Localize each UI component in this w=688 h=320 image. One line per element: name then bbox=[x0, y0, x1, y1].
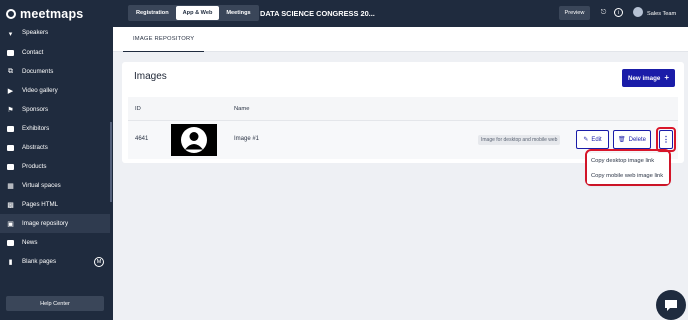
usage-badge: Image for desktop and mobile web bbox=[478, 135, 561, 145]
more-options-icon[interactable]: ⋮ bbox=[659, 130, 673, 149]
person-placeholder-icon bbox=[171, 124, 217, 156]
sidebar-item-label: Pages HTML bbox=[22, 201, 59, 208]
map-icon: ▦ bbox=[7, 182, 14, 190]
tab-image-repository[interactable]: IMAGE REPOSITORY bbox=[123, 27, 205, 52]
sidebar-item-exhibitors[interactable]: Exhibitors bbox=[0, 119, 110, 138]
video-icon: ▶ bbox=[7, 87, 14, 95]
menu-item-copy-mobile-link[interactable]: Copy mobile web image link bbox=[587, 168, 669, 183]
new-image-label: New image bbox=[628, 74, 661, 82]
sidebar-item-speakers[interactable]: ▾ Speakers bbox=[0, 27, 110, 43]
trash-icon: 🗑 bbox=[618, 137, 626, 143]
menu-item-copy-desktop-link[interactable]: Copy desktop image link bbox=[587, 153, 669, 168]
sidebar-item-news[interactable]: News bbox=[0, 233, 110, 252]
sidebar-item-label: Contact bbox=[22, 49, 44, 56]
section-tabs: Registration App & Web Meetings bbox=[128, 5, 259, 21]
sidebar-item-pages-html[interactable]: ▩ Pages HTML bbox=[0, 195, 110, 214]
sidebar-item-label: Virtual spaces bbox=[22, 182, 61, 189]
info-icon[interactable]: i bbox=[614, 8, 623, 17]
tag-icon bbox=[6, 162, 15, 171]
logo-mark-icon bbox=[6, 8, 16, 19]
user-name[interactable]: Sales Team bbox=[647, 0, 676, 27]
module-badge: M bbox=[94, 256, 104, 267]
image-thumbnail bbox=[171, 124, 217, 156]
html-icon: ▩ bbox=[7, 201, 14, 209]
plus-icon: + bbox=[664, 73, 669, 82]
column-header-id: ID bbox=[135, 106, 141, 112]
tab-app-web[interactable]: App & Web bbox=[175, 6, 220, 20]
sidebar-item-documents[interactable]: ⧉ Documents bbox=[0, 62, 110, 81]
pencil-icon: ✎ bbox=[583, 137, 589, 143]
tab-meetings[interactable]: Meetings bbox=[219, 6, 257, 20]
top-bar: Registration App & Web Meetings DATA SCI… bbox=[113, 0, 688, 27]
book-icon bbox=[6, 143, 15, 152]
edit-button[interactable]: ✎ Edit bbox=[576, 130, 609, 149]
sidebar-item-label: Blank pages bbox=[22, 258, 57, 265]
new-image-button[interactable]: New image + bbox=[622, 69, 675, 87]
chat-widget-button[interactable] bbox=[656, 290, 686, 320]
chat-icon bbox=[6, 48, 15, 57]
more-options-menu: Copy desktop image link Copy mobile web … bbox=[587, 153, 669, 184]
sidebar-nav: ▾ Speakers Contact ⧉ Documents ▶ Video g… bbox=[0, 27, 110, 284]
file-icon: ▮ bbox=[8, 258, 13, 266]
sidebar-scrollbar[interactable] bbox=[110, 122, 112, 202]
column-header-name: Name bbox=[234, 106, 250, 112]
sidebar: meetmaps ▾ Speakers Contact ⧉ Documents … bbox=[0, 0, 113, 320]
edit-label: Edit bbox=[591, 136, 602, 143]
delete-button[interactable]: 🗑 Delete bbox=[613, 130, 651, 149]
cell-name: Image #1 bbox=[234, 136, 260, 142]
sidebar-item-label: News bbox=[22, 239, 38, 246]
sidebar-item-virtual-spaces[interactable]: ▦ Virtual spaces bbox=[0, 176, 110, 195]
sidebar-item-abstracts[interactable]: Abstracts bbox=[0, 138, 110, 157]
delete-label: Delete bbox=[628, 136, 646, 143]
sidebar-item-label: Video gallery bbox=[22, 87, 58, 94]
event-title[interactable]: DATA SCIENCE CONGRESS 20... bbox=[260, 0, 375, 27]
sidebar-item-label: Speakers bbox=[22, 29, 49, 36]
preview-button[interactable]: Preview bbox=[559, 6, 590, 20]
sidebar-item-label: Documents bbox=[22, 68, 54, 75]
page-title: Images bbox=[134, 71, 167, 82]
content-header: IMAGE REPOSITORY bbox=[113, 27, 688, 52]
image-icon: ▣ bbox=[7, 220, 14, 228]
sidebar-item-contact[interactable]: Contact bbox=[0, 43, 110, 62]
sidebar-item-label: Image repository bbox=[22, 220, 69, 227]
paperclip-icon: ⧉ bbox=[8, 67, 13, 75]
sidebar-item-label: Sponsors bbox=[22, 106, 49, 113]
news-icon bbox=[6, 238, 15, 247]
images-card: Images New image + ID Name 4641 Image #1… bbox=[122, 62, 684, 163]
avatar[interactable] bbox=[633, 7, 643, 17]
sidebar-item-products[interactable]: Products bbox=[0, 157, 110, 176]
sidebar-item-label: Products bbox=[22, 163, 47, 170]
sidebar-item-label: Abstracts bbox=[22, 144, 48, 151]
tab-registration[interactable]: Registration bbox=[129, 6, 176, 20]
sidebar-item-image-repository[interactable]: ▣ Image repository bbox=[0, 214, 110, 233]
bell-icon[interactable]: ⎋ bbox=[599, 8, 608, 17]
chat-bubble-icon bbox=[665, 299, 677, 311]
sidebar-item-video-gallery[interactable]: ▶ Video gallery bbox=[0, 81, 110, 100]
store-icon bbox=[6, 124, 15, 133]
sidebar-item-sponsors[interactable]: ⚑ Sponsors bbox=[0, 100, 110, 119]
meetmaps-logo[interactable]: meetmaps bbox=[0, 0, 113, 27]
sidebar-item-label: Exhibitors bbox=[22, 125, 50, 132]
help-center-button[interactable]: Help Center bbox=[6, 296, 104, 311]
sidebar-item-blank-pages[interactable]: ▮ Blank pages M bbox=[0, 252, 110, 271]
logo-text: meetmaps bbox=[20, 6, 84, 21]
microphone-icon: ▾ bbox=[8, 30, 13, 38]
flag-icon: ⚑ bbox=[7, 106, 14, 114]
cell-id: 4641 bbox=[135, 136, 149, 142]
